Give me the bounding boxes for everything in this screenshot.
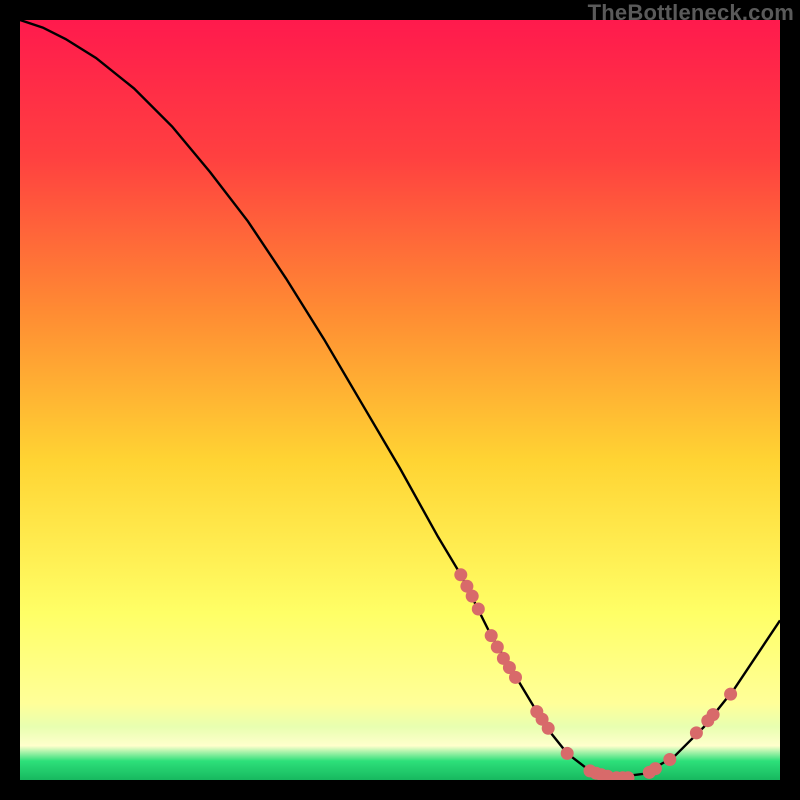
- data-point: [472, 603, 485, 616]
- data-point: [542, 722, 555, 735]
- data-point: [663, 753, 676, 766]
- data-point: [485, 629, 498, 642]
- watermark-text: TheBottleneck.com: [588, 0, 794, 26]
- data-point: [690, 726, 703, 739]
- data-point: [454, 568, 467, 581]
- data-point: [466, 590, 479, 603]
- bottleneck-chart: [20, 20, 780, 780]
- data-point: [561, 747, 574, 760]
- data-point: [707, 708, 720, 721]
- data-point: [649, 762, 662, 775]
- data-point: [491, 641, 504, 654]
- plot-background: [20, 20, 780, 780]
- data-point: [724, 688, 737, 701]
- data-point: [509, 671, 522, 684]
